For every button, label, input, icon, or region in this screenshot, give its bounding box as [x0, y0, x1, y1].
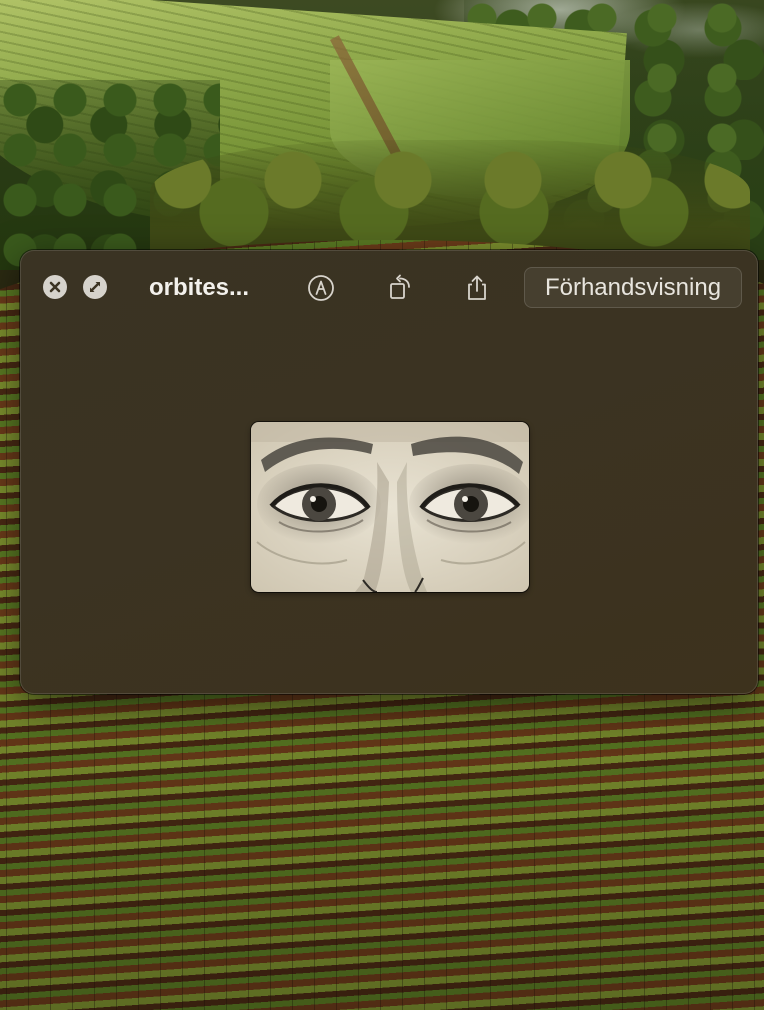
quick-look-toolbar: orbites... Förhandsvisning: [20, 250, 758, 324]
close-button[interactable]: [43, 275, 67, 299]
quick-look-window: orbites... Förhandsvisning: [20, 250, 758, 694]
preview-image: [251, 422, 529, 592]
fullscreen-icon: [90, 282, 100, 292]
fullscreen-button[interactable]: [83, 275, 107, 299]
markup-button[interactable]: [301, 269, 341, 307]
share-button[interactable]: [457, 269, 497, 307]
markup-pen-circle-icon: [308, 275, 334, 301]
open-with-preview-button[interactable]: Förhandsvisning: [524, 267, 742, 308]
rotate-left-icon: [390, 274, 410, 299]
rotate-button[interactable]: [381, 269, 421, 307]
close-x-icon: [49, 281, 61, 293]
file-title: orbites...: [149, 274, 250, 301]
eyes-drawing-image: [251, 422, 529, 592]
share-icon: [468, 275, 486, 300]
